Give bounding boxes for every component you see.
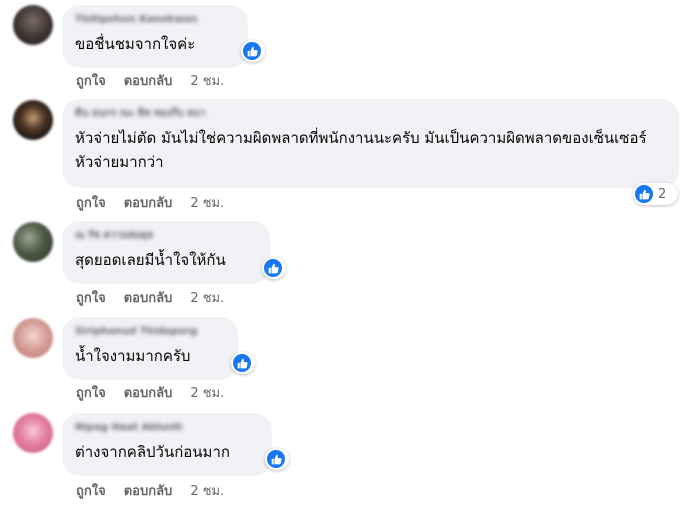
comment-text: หัวจ่ายไม่ตัด มันไม่ใช่ความผิดพลาดที่พนั… bbox=[75, 129, 647, 171]
like-icon bbox=[635, 185, 653, 203]
like-icon bbox=[264, 259, 282, 277]
comment-timestamp[interactable]: 2 ชม. bbox=[190, 291, 224, 306]
comment-bubble: Siriphanud Thidaporg น้ำใจงามมากครับ bbox=[62, 317, 238, 380]
comment-actions: ถูกใจ ตอบกลับ 2 ชม. bbox=[76, 483, 242, 501]
comment-bubble: ณ รัช ความสมดุล สุดยอดเลยมีน้ำใจให้กัน bbox=[62, 221, 270, 284]
comment-timestamp[interactable]: 2 ชม. bbox=[190, 484, 224, 499]
comment-actions: ถูกใจ ตอบกลับ 2 ชม. bbox=[76, 195, 242, 213]
avatar[interactable] bbox=[13, 318, 53, 358]
comment-text: ต่างจากคลิปวันก่อนมาก bbox=[75, 443, 230, 461]
reply-button[interactable]: ตอบกลับ bbox=[124, 484, 173, 499]
reaction-count: 2 bbox=[658, 186, 667, 202]
like-icon bbox=[267, 450, 285, 468]
comment-text: สุดยอดเลยมีน้ำใจให้กัน bbox=[75, 251, 226, 269]
reaction-summary[interactable] bbox=[265, 448, 289, 470]
comment-author[interactable]: Siriphanud Thidaporg bbox=[75, 325, 226, 339]
comment-actions: ถูกใจ ตอบกลับ 2 ชม. bbox=[76, 73, 242, 91]
reaction-summary[interactable] bbox=[231, 352, 255, 374]
reaction-summary[interactable]: 2 bbox=[633, 183, 678, 205]
comment-bubble: Thitipohon Kanokwan ขอชื่นชมจากใจค่ะ bbox=[62, 5, 248, 68]
like-button[interactable]: ถูกใจ bbox=[76, 291, 106, 306]
comment-actions: ถูกใจ ตอบกลับ 2 ชม. bbox=[76, 290, 242, 308]
like-button[interactable]: ถูกใจ bbox=[76, 74, 106, 89]
comment-timestamp[interactable]: 2 ชม. bbox=[190, 74, 224, 89]
like-button[interactable]: ถูกใจ bbox=[76, 196, 106, 211]
avatar[interactable] bbox=[13, 222, 53, 262]
comment-timestamp[interactable]: 2 ชม. bbox=[190, 196, 224, 211]
reaction-summary[interactable] bbox=[262, 257, 286, 279]
reply-button[interactable]: ตอบกลับ bbox=[124, 74, 173, 89]
like-icon bbox=[233, 354, 251, 372]
avatar[interactable] bbox=[13, 100, 53, 140]
comment-author[interactable]: Thitipohon Kanokwan bbox=[75, 13, 236, 27]
avatar[interactable] bbox=[13, 5, 53, 45]
reply-button[interactable]: ตอบกลับ bbox=[124, 291, 173, 306]
reaction-summary[interactable] bbox=[241, 40, 265, 62]
comment-bubble: ดีน ธนกร ณะ สิท ทองกีบ ตบา หัวจ่ายไม่ตัด… bbox=[62, 99, 679, 188]
comment-author[interactable]: Nipag Haat Ablunti bbox=[75, 421, 260, 435]
comment-bubble: Nipag Haat Ablunti ต่างจากคลิปวันก่อนมาก bbox=[62, 413, 272, 476]
comment-timestamp[interactable]: 2 ชม. bbox=[190, 386, 224, 401]
reply-button[interactable]: ตอบกลับ bbox=[124, 196, 173, 211]
comment-actions: ถูกใจ ตอบกลับ 2 ชม. bbox=[76, 385, 242, 403]
comment-text: น้ำใจงามมากครับ bbox=[75, 347, 191, 365]
like-icon bbox=[243, 42, 261, 60]
like-button[interactable]: ถูกใจ bbox=[76, 386, 106, 401]
reply-button[interactable]: ตอบกลับ bbox=[124, 386, 173, 401]
comment-author[interactable]: ดีน ธนกร ณะ สิท ทองกีบ ตบา bbox=[75, 107, 667, 121]
comment-author[interactable]: ณ รัช ความสมดุล bbox=[75, 229, 258, 243]
comment-text: ขอชื่นชมจากใจค่ะ bbox=[75, 35, 196, 53]
avatar[interactable] bbox=[13, 413, 53, 453]
like-button[interactable]: ถูกใจ bbox=[76, 484, 106, 499]
